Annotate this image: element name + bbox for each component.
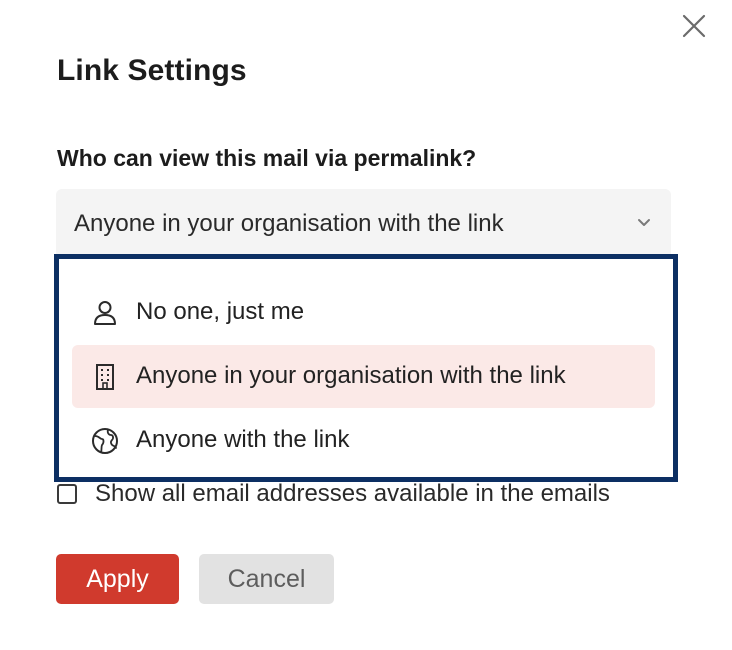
close-button[interactable] [680, 12, 708, 40]
globe-icon [92, 428, 118, 454]
permalink-visibility-select[interactable]: Anyone in your organisation with the lin… [56, 189, 671, 261]
user-icon [94, 301, 116, 325]
chevron-down-icon [638, 219, 650, 226]
dialog-title: Link Settings [57, 54, 247, 87]
cancel-button[interactable]: Cancel [199, 554, 334, 604]
option-organisation[interactable]: Anyone in your organisation with the lin… [72, 345, 655, 408]
building-icon [96, 364, 114, 390]
show-emails-label[interactable]: Show all email addresses available in th… [95, 480, 610, 508]
permalink-question-label: Who can view this mail via permalink? [57, 145, 477, 171]
option-label: Anyone in your organisation with the lin… [136, 362, 566, 389]
show-emails-checkbox[interactable] [57, 484, 77, 504]
link-settings-dialog: Link Settings Who can view this mail via… [0, 0, 732, 650]
show-emails-row: Show all email addresses available in th… [57, 480, 697, 510]
select-current-value: Anyone in your organisation with the lin… [74, 210, 504, 237]
option-label: No one, just me [136, 298, 305, 325]
option-anyone[interactable]: Anyone with the link [72, 409, 655, 472]
apply-button[interactable]: Apply [56, 554, 179, 604]
close-icon [682, 14, 706, 38]
permalink-options-dropdown: No one, just me Anyone in your organisat… [54, 254, 678, 482]
option-label: Anyone with the link [136, 426, 350, 453]
option-no-one[interactable]: No one, just me [72, 281, 655, 344]
